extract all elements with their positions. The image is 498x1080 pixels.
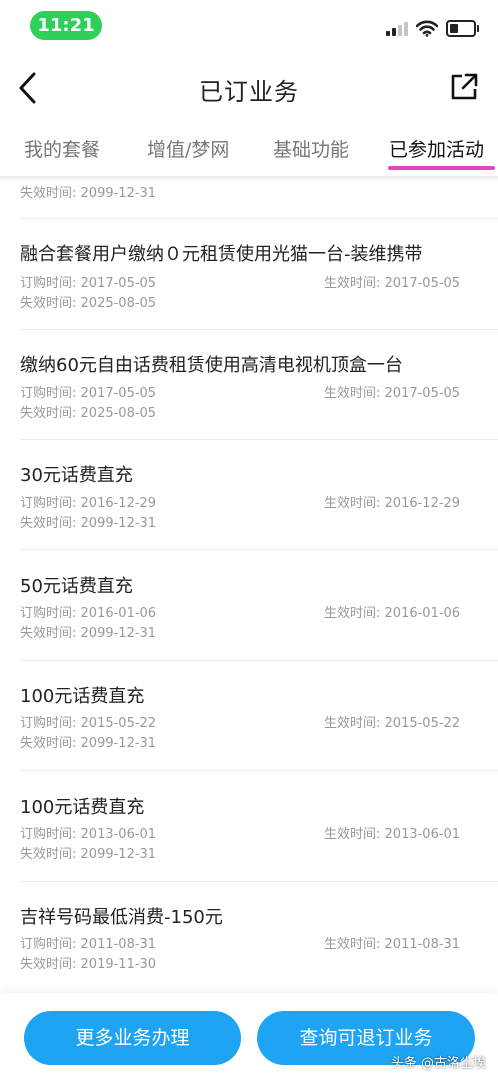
status-time: 11:21 — [30, 11, 102, 40]
tab-my-plan[interactable]: 我的套餐 — [24, 135, 100, 162]
effective-time: 生效时间: 2017-05-05 — [324, 276, 461, 291]
divider — [20, 660, 498, 661]
divider — [20, 770, 498, 771]
tab-basic-functions[interactable]: 基础功能 — [273, 135, 349, 162]
effective-time: 生效时间: 2016-01-06 — [324, 606, 461, 621]
status-bar: 11:21 — [0, 0, 498, 50]
item-name: 50元话费直充 — [20, 576, 133, 597]
divider — [20, 549, 498, 550]
nav-bar: 已订业务 — [0, 58, 498, 118]
page-title: 已订业务 — [199, 78, 299, 106]
battery-icon — [446, 19, 479, 37]
order-time: 订购时间: 2013-06-01 — [20, 827, 157, 842]
clipped-item-expire: 失效时间: 2099-12-31 — [20, 186, 157, 201]
effective-time: 生效时间: 2017-05-05 — [324, 386, 461, 401]
more-business-button[interactable]: 更多业务办理 — [24, 1011, 241, 1065]
expire-time: 失效时间: 2099-12-31 — [20, 516, 157, 531]
tabs-shadow — [0, 176, 498, 182]
effective-time: 生效时间: 2016-12-29 — [324, 496, 461, 511]
divider — [20, 329, 498, 330]
order-time: 订购时间: 2015-05-22 — [20, 716, 157, 731]
item-name: 吉祥号码最低消费-150元 — [20, 907, 223, 928]
order-time: 订购时间: 2016-12-29 — [20, 496, 157, 511]
expire-time: 失效时间: 2019-11-30 — [20, 957, 157, 972]
divider — [20, 218, 498, 219]
watermark: 头条 @古洛尘埃 — [390, 1056, 486, 1071]
item-name: 融合套餐用户缴纳０元租赁使用光猫一台-装维携带 — [20, 244, 423, 265]
item-name: 100元话费直充 — [20, 797, 145, 818]
expire-time: 失效时间: 2025-08-05 — [20, 296, 157, 311]
tab-value-added[interactable]: 增值/梦网 — [147, 135, 229, 162]
tab-joined-activities[interactable]: 已参加活动 — [389, 135, 484, 162]
order-time: 订购时间: 2017-05-05 — [20, 386, 157, 401]
active-tab-indicator — [388, 166, 495, 170]
expire-time: 失效时间: 2099-12-31 — [20, 736, 157, 751]
item-name: 缴纳60元自由话费租赁使用高清电视机顶盒一台 — [20, 355, 403, 376]
effective-time: 生效时间: 2011-08-31 — [324, 937, 461, 952]
wifi-icon — [416, 20, 438, 37]
effective-time: 生效时间: 2013-06-01 — [324, 827, 461, 842]
cellular-signal-icon — [386, 20, 408, 36]
status-icons — [386, 18, 479, 38]
order-time: 订购时间: 2011-08-31 — [20, 937, 157, 952]
expire-time: 失效时间: 2099-12-31 — [20, 626, 157, 641]
expire-time: 失效时间: 2099-12-31 — [20, 847, 157, 862]
effective-time: 生效时间: 2015-05-22 — [324, 716, 461, 731]
item-name: 30元话费直充 — [20, 465, 133, 486]
item-name: 100元话费直充 — [20, 686, 145, 707]
divider — [20, 439, 498, 440]
order-time: 订购时间: 2016-01-06 — [20, 606, 157, 621]
divider — [20, 881, 498, 882]
order-time: 订购时间: 2017-05-05 — [20, 276, 157, 291]
share-external-icon[interactable] — [448, 71, 480, 103]
expire-time: 失效时间: 2025-08-05 — [20, 406, 157, 421]
